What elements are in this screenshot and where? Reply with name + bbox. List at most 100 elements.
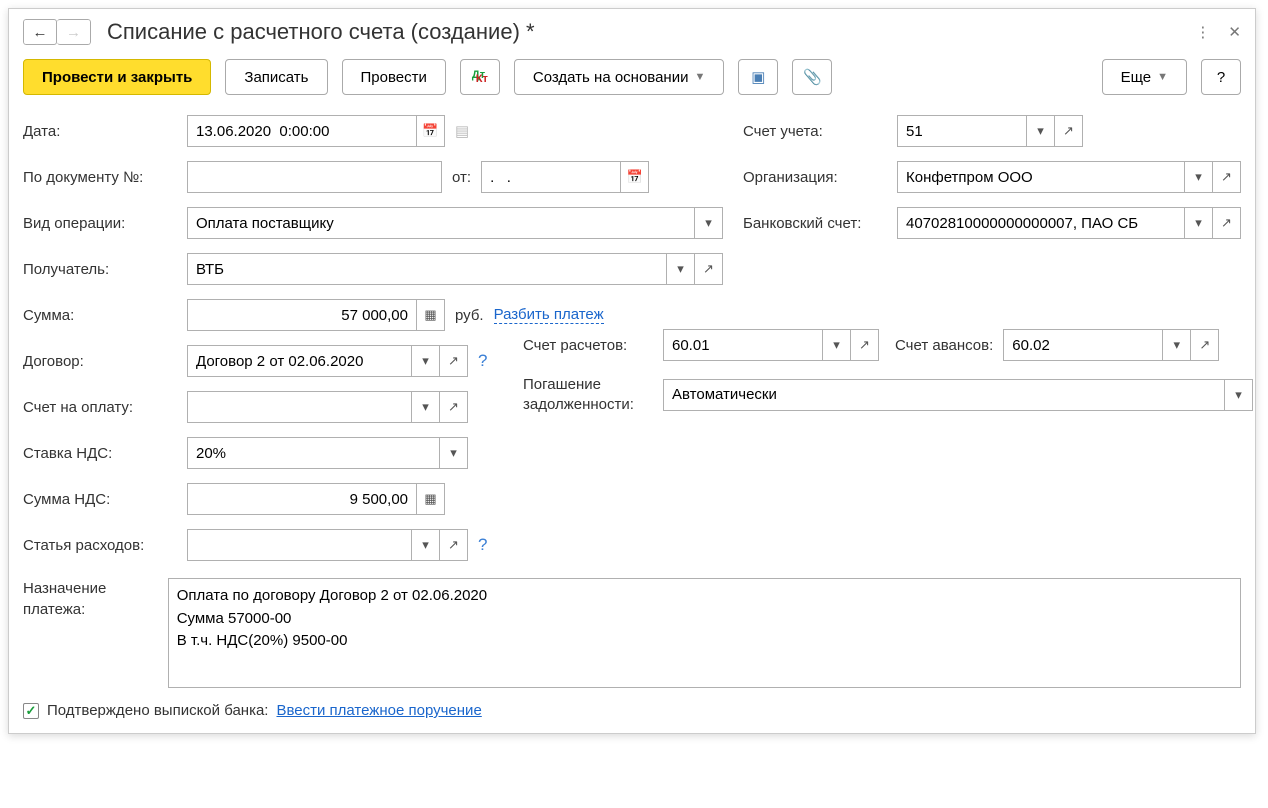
account-label: Счет учета: [743,123,893,140]
chevron-down-icon: ▾ [1174,337,1181,353]
date-label: Дата: [23,123,183,140]
expense-open[interactable]: ↗ [440,529,468,561]
settlement-open[interactable]: ↗ [851,329,879,361]
open-icon: ↗ [1199,337,1210,353]
vat-calculator-button[interactable]: ▦ [417,483,445,515]
settlement-label: Счет расчетов: [523,337,653,354]
enter-payment-order-link[interactable]: Ввести платежное поручение [276,702,481,719]
structure-button[interactable]: ▣ [738,59,778,95]
contract-dropdown[interactable]: ▾ [412,345,440,377]
debt-input[interactable] [663,379,1225,411]
vatrate-dropdown[interactable]: ▾ [440,437,468,469]
open-icon: ↗ [859,337,870,353]
chevron-down-icon: ▾ [1235,387,1242,403]
recipient-open[interactable]: ↗ [695,253,723,285]
chevron-down-icon: ▾ [1037,123,1044,139]
debt-dropdown[interactable]: ▾ [1225,379,1253,411]
org-label: Организация: [743,169,893,186]
close-icon[interactable]: ✕ [1228,23,1241,41]
from-calendar-button[interactable]: 📅 [621,161,649,193]
attachment-button[interactable]: 📎 [792,59,832,95]
docno-input[interactable] [187,161,442,193]
org-dropdown[interactable]: ▾ [1185,161,1213,193]
chevron-down-icon: ▼ [1157,71,1168,83]
date-input[interactable] [187,115,417,147]
split-payment-link[interactable]: Разбить платеж [494,306,604,324]
org-input[interactable] [897,161,1185,193]
print-icon[interactable]: ▤ [455,122,469,140]
chevron-down-icon: ▾ [833,337,840,353]
nav-back-button[interactable]: ← [23,19,57,45]
optype-input[interactable] [187,207,695,239]
recipient-dropdown[interactable]: ▾ [667,253,695,285]
page-title: Списание с расчетного счета (создание) * [107,19,1195,45]
calendar-icon: 📅 [626,169,642,185]
bankacc-dropdown[interactable]: ▾ [1185,207,1213,239]
invoice-input[interactable] [187,391,412,423]
invoice-open[interactable]: ↗ [440,391,468,423]
post-button[interactable]: Провести [342,59,446,95]
more-button[interactable]: Еще ▼ [1102,59,1187,95]
advance-label: Счет авансов: [895,337,993,354]
settlement-dropdown[interactable]: ▾ [823,329,851,361]
chevron-down-icon: ▾ [450,445,457,461]
calendar-button[interactable]: 📅 [417,115,445,147]
dtkt-button[interactable]: ДтКт [460,59,500,95]
account-input[interactable] [897,115,1027,147]
from-label: от: [452,169,471,186]
vatrate-input[interactable] [187,437,440,469]
bankacc-input[interactable] [897,207,1185,239]
purpose-textarea[interactable] [168,578,1241,688]
create-based-button[interactable]: Создать на основании ▼ [514,59,725,95]
paperclip-icon: 📎 [803,68,822,86]
open-icon: ↗ [703,261,714,277]
save-button[interactable]: Записать [225,59,327,95]
contract-open[interactable]: ↗ [440,345,468,377]
bankacc-open[interactable]: ↗ [1213,207,1241,239]
expense-input[interactable] [187,529,412,561]
open-icon: ↗ [1063,123,1074,139]
contract-label: Договор: [23,353,183,370]
advance-input[interactable] [1003,329,1163,361]
optype-dropdown[interactable]: ▾ [695,207,723,239]
post-close-button[interactable]: Провести и закрыть [23,59,211,95]
account-open[interactable]: ↗ [1055,115,1083,147]
account-dropdown[interactable]: ▾ [1027,115,1055,147]
contract-input[interactable] [187,345,412,377]
help-button[interactable]: ? [1201,59,1241,95]
settlement-input[interactable] [663,329,823,361]
open-icon: ↗ [448,399,459,415]
bankacc-label: Банковский счет: [743,215,893,232]
expense-dropdown[interactable]: ▾ [412,529,440,561]
expense-help[interactable]: ? [478,535,487,555]
calculator-button[interactable]: ▦ [417,299,445,331]
open-icon: ↗ [1221,169,1232,185]
amount-label: Сумма: [23,307,183,324]
open-icon: ↗ [448,537,459,553]
org-open[interactable]: ↗ [1213,161,1241,193]
purpose-label: Назначение платежа: [23,578,164,688]
advance-open[interactable]: ↗ [1191,329,1219,361]
confirmed-checkbox[interactable]: ✓ [23,703,39,719]
chevron-down-icon: ▾ [1195,169,1202,185]
chevron-down-icon: ▾ [705,215,712,231]
nav-forward-button[interactable]: → [57,19,91,45]
chevron-down-icon: ▾ [422,537,429,553]
expense-label: Статья расходов: [23,537,183,554]
arrow-left-icon: ← [33,24,48,41]
invoice-dropdown[interactable]: ▾ [412,391,440,423]
kebab-menu-icon[interactable]: ⋮ [1195,23,1210,41]
recipient-input[interactable] [187,253,667,285]
amount-input[interactable] [187,299,417,331]
recipient-label: Получатель: [23,261,183,278]
vatrate-label: Ставка НДС: [23,445,183,462]
chevron-down-icon: ▾ [1195,215,1202,231]
from-date-input[interactable] [481,161,621,193]
hierarchy-icon: ▣ [751,68,765,86]
chevron-down-icon: ▾ [422,399,429,415]
contract-help[interactable]: ? [478,351,487,371]
vatamount-input[interactable] [187,483,417,515]
arrow-right-icon: → [66,24,81,41]
calendar-icon: 📅 [422,123,438,139]
advance-dropdown[interactable]: ▾ [1163,329,1191,361]
